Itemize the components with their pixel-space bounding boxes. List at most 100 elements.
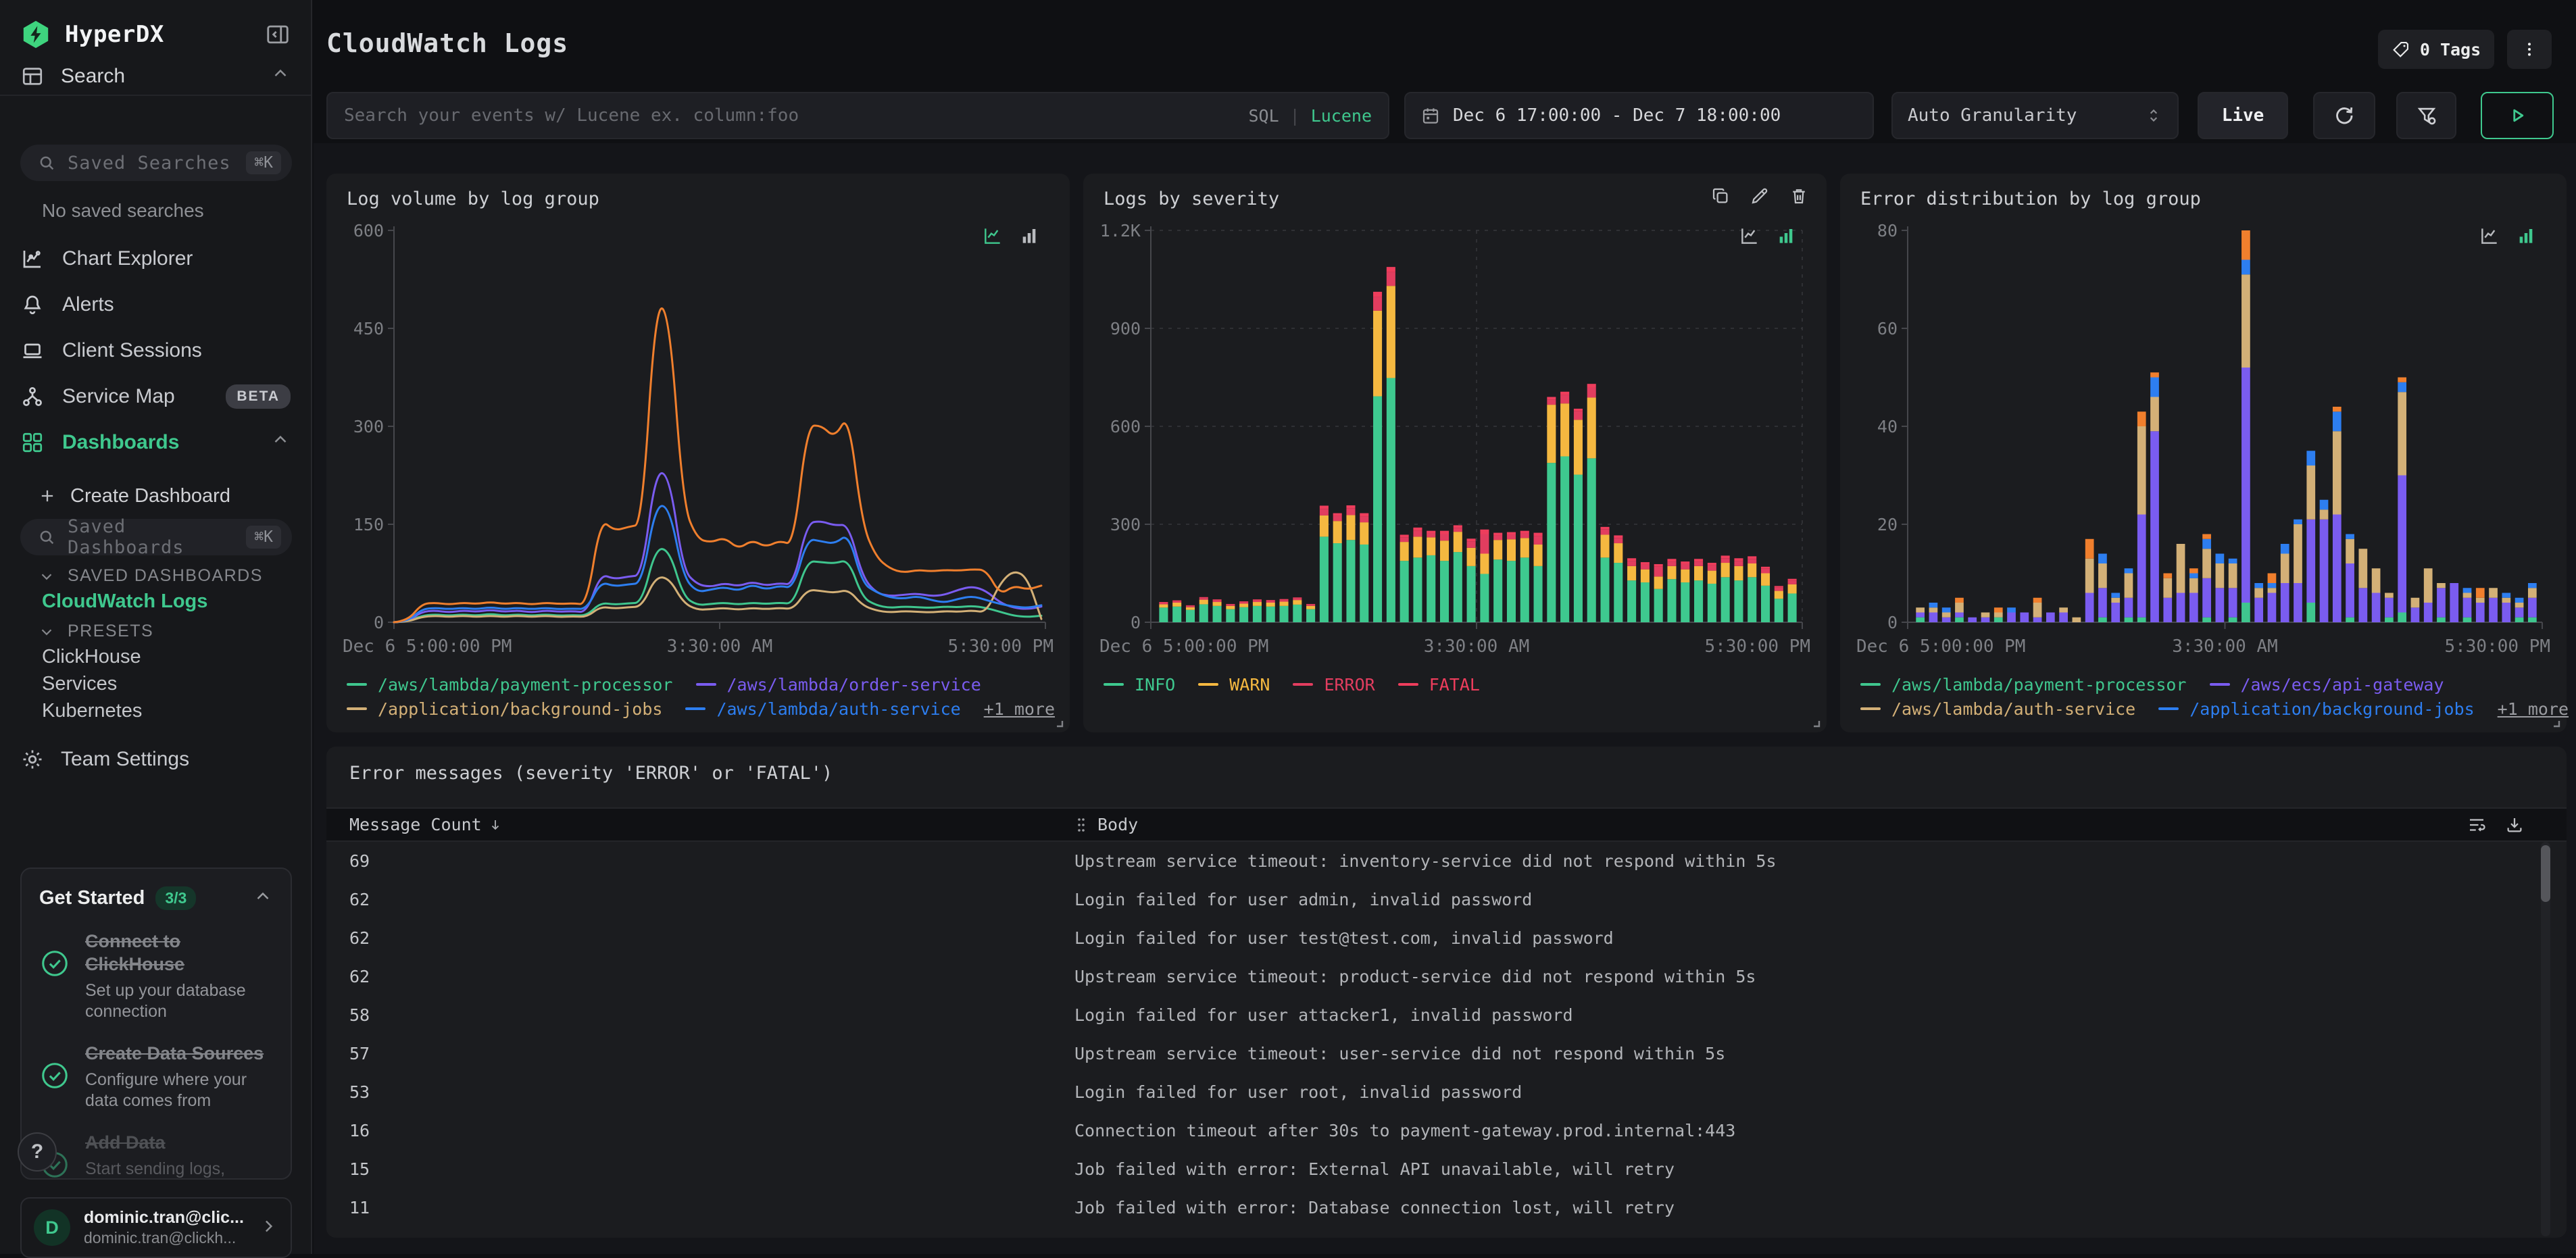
create-dashboard-button[interactable]: Create Dashboard (0, 481, 311, 511)
time-range-picker[interactable]: Dec 6 17:00:00 - Dec 7 18:00:00 (1404, 92, 1874, 139)
table-row[interactable]: 15 Job failed with error: External API un… (326, 1150, 2567, 1188)
refresh-button[interactable] (2313, 92, 2375, 139)
legend-label: ERROR (1324, 674, 1375, 695)
time-range-value: Dec 6 17:00:00 - Dec 7 18:00:00 (1453, 105, 1781, 126)
legend-item: /aws/lambda/order-service (695, 675, 981, 695)
laptop-icon (23, 343, 42, 359)
get-started-item-add-data[interactable]: Add Data Start sending logs, metrics, or… (39, 1132, 273, 1178)
get-started-item-connect[interactable]: Connect to ClickHouse Set up your databa… (39, 930, 273, 1022)
saved-searches-placeholder: Saved Searches (68, 152, 231, 174)
sql-toggle[interactable]: SQL (1248, 106, 1279, 126)
bar-view-icon[interactable] (1775, 225, 1797, 247)
sidebar-item-client-sessions[interactable]: Client Sessions (0, 328, 311, 374)
cell-body: Connection timeout after 30s to payment-… (1074, 1121, 1736, 1140)
download-icon[interactable] (2504, 815, 2525, 835)
panel-error-messages: Error messages (severity 'ERROR' or 'FAT… (326, 747, 2567, 1238)
panel-logs-by-severity: Logs by severity 0 300 600 900 1.2K Dec 6 5:0… (1083, 174, 1827, 732)
search-icon (40, 156, 54, 170)
table-row[interactable]: 62 Login failed for user test@test.com, i… (326, 919, 2567, 957)
user-profile[interactable]: D dominic.tran@clic... dominic.tran@clic… (20, 1197, 292, 1258)
sidebar-item-search[interactable]: Search (0, 58, 311, 96)
sidebar-item-chart-explorer[interactable]: Chart Explorer (0, 236, 311, 282)
get-started-item-sources[interactable]: Create Data Sources Configure where your… (39, 1042, 273, 1111)
sidebar-item-alerts[interactable]: Alerts (0, 282, 311, 328)
event-search-bar[interactable]: SQL | Lucene (326, 92, 1389, 139)
table-row[interactable]: 53 Login failed for user root, invalid pa… (326, 1073, 2567, 1111)
tags-button[interactable]: 0 Tags (2378, 30, 2494, 69)
drag-handle-icon[interactable] (1074, 815, 1088, 834)
line-view-icon[interactable] (2479, 225, 2500, 247)
get-started-card: Get Started 3/3 Connect to ClickHouse Se… (20, 867, 292, 1180)
edit-icon[interactable] (1750, 186, 1770, 206)
table-header: Message Count Body (326, 807, 2567, 842)
avatar: D (34, 1209, 70, 1246)
sidebar-item-label: Chart Explorer (62, 247, 193, 270)
run-query-button[interactable] (2481, 92, 2554, 139)
help-button[interactable]: ? (18, 1132, 57, 1172)
line-view-icon[interactable] (1739, 225, 1760, 247)
hyperdx-logo-icon (20, 19, 51, 50)
sidebar-item-cloudwatch-logs[interactable]: CloudWatch Logs (42, 590, 207, 613)
line-view-icon[interactable] (982, 225, 1004, 247)
search-input[interactable] (344, 105, 1237, 126)
column-label: Message Count (349, 815, 482, 834)
filter-button[interactable] (2396, 92, 2456, 139)
panel-resize-handle[interactable] (1054, 718, 1064, 728)
lucene-toggle[interactable]: Lucene (1311, 106, 1372, 126)
user-email: dominic.tran@clickh... (84, 1229, 237, 1247)
check-circle-icon (39, 1060, 70, 1091)
svg-text:150: 150 (353, 515, 384, 534)
table-row[interactable]: 57 Upstream service timeout: user-service… (326, 1034, 2567, 1073)
bar-view-icon[interactable] (2515, 225, 2537, 247)
table-row[interactable]: 62 Upstream service timeout: product-serv… (326, 957, 2567, 996)
chevron-up-icon[interactable] (270, 430, 291, 455)
sidebar-collapse-button[interactable] (265, 22, 291, 47)
get-started-item-title: Connect to ClickHouse (85, 931, 185, 974)
saved-searches-input[interactable]: Saved Searches ⌘K (20, 145, 292, 181)
sidebar-item-clickhouse[interactable]: ClickHouse (42, 646, 141, 668)
sidebar-search-label: Search (61, 65, 126, 87)
panel-menu-button[interactable] (2507, 30, 2552, 69)
panel-resize-handle[interactable] (2550, 718, 2561, 728)
sidebar-item-label: Alerts (62, 293, 114, 316)
chevron-up-icon[interactable] (253, 886, 273, 910)
table-row[interactable]: 62 Login failed for user admin, invalid p… (326, 880, 2567, 919)
svg-text:300: 300 (1110, 515, 1141, 534)
legend-label: WARN (1229, 674, 1270, 695)
table-row[interactable]: 58 Login failed for user attacker1, inval… (326, 996, 2567, 1034)
sidebar-item-team-settings[interactable]: Team Settings (0, 743, 311, 776)
saved-dashboards-input[interactable]: Saved Dashboards ⌘K (20, 516, 292, 558)
sidebar-item-kubernetes[interactable]: Kubernetes (42, 700, 142, 722)
panel-title: Error distribution by log group (1860, 188, 2201, 209)
delete-icon[interactable] (1789, 186, 1809, 206)
table-title: Error messages (severity 'ERROR' or 'FAT… (349, 763, 833, 784)
refresh-icon (2336, 107, 2353, 124)
sidebar: HyperDX Search Saved Searches ⌘K No save… (0, 0, 312, 1258)
chevron-up-icon[interactable] (270, 64, 291, 89)
column-header-body[interactable]: Body (1074, 815, 1138, 834)
wrap-text-icon[interactable] (2467, 815, 2487, 835)
duplicate-icon[interactable] (1710, 186, 1731, 206)
sidebar-item-service-map[interactable]: Service Map BETA (0, 374, 311, 420)
panel-resize-handle[interactable] (1810, 718, 1821, 728)
saved-dashboards-group-header[interactable]: SAVED DASHBOARDS (38, 566, 263, 586)
legend-more-link[interactable]: +1 more (984, 699, 1055, 719)
sidebar-item-services[interactable]: Services (42, 673, 117, 695)
bar-view-icon[interactable] (1018, 225, 1040, 247)
table-row[interactable]: 69 Upstream service timeout: inventory-se… (326, 842, 2567, 880)
live-button[interactable]: Live (2198, 92, 2288, 139)
presets-group-header[interactable]: PRESETS (38, 622, 153, 641)
panel-title: Logs by severity (1104, 188, 1280, 209)
column-header-message-count[interactable]: Message Count (326, 815, 1074, 834)
sidebar-item-dashboards[interactable]: Dashboards (0, 420, 311, 466)
table-row[interactable]: 11 Job failed with error: Database connec… (326, 1188, 2567, 1227)
granularity-select[interactable]: Auto Granularity (1891, 92, 2179, 139)
column-label: Body (1097, 815, 1139, 834)
cell-body: Login failed for user root, invalid pass… (1074, 1082, 1522, 1102)
legend-swatch (347, 707, 367, 710)
get-started-item-subtitle: Start sending logs, metrics, or traces (85, 1159, 226, 1178)
table-row[interactable]: 16 Connection timeout after 30s to paymen… (326, 1111, 2567, 1150)
legend-more-link[interactable]: +1 more (2498, 699, 2569, 719)
svg-text:600: 600 (353, 221, 384, 241)
scrollbar-thumb[interactable] (2541, 845, 2550, 902)
